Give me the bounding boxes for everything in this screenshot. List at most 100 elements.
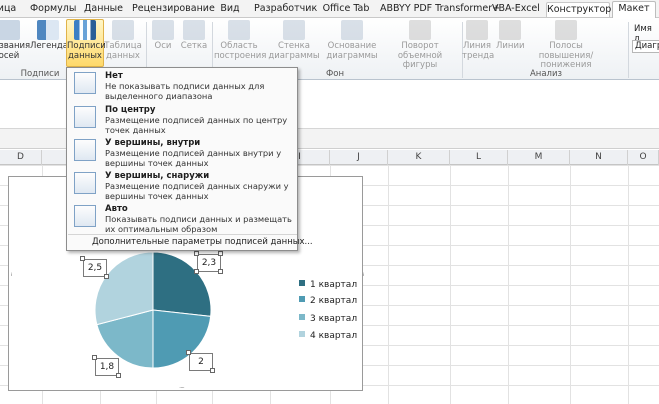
tab-layout[interactable]: Макет xyxy=(612,1,656,19)
chart-floor-button[interactable]: Основание диаграммы xyxy=(324,20,380,61)
axis-titles-button[interactable]: азвания осей xyxy=(0,20,30,61)
legend-item[interactable]: 3 квартал xyxy=(299,313,357,325)
column-header[interactable]: L xyxy=(450,150,508,165)
axis-titles-icon xyxy=(0,20,20,40)
axes-label: Оси xyxy=(154,41,172,51)
trendline-button[interactable]: Линия тренда xyxy=(462,20,495,61)
plot-area-label: Область построения xyxy=(214,41,267,61)
tab-vba-excel[interactable]: VBA-Excel xyxy=(492,2,540,17)
menu-item-title: По центру xyxy=(105,105,156,115)
data-labels-auto-icon xyxy=(74,205,96,227)
selection-handle[interactable] xyxy=(210,368,215,373)
data-labels-inside-end-icon xyxy=(74,139,96,161)
group-separator xyxy=(628,22,629,78)
data-labels-icon xyxy=(74,20,96,40)
plot-area-icon xyxy=(228,20,250,40)
selection-handle[interactable] xyxy=(92,355,97,360)
lines-button[interactable]: Линии xyxy=(496,20,525,52)
more-data-label-options[interactable]: Дополнительные параметры подписей данных… xyxy=(68,234,313,250)
menu-item-title: Авто xyxy=(105,204,128,214)
menu-item-inside-end[interactable]: У вершины, внутри Размещение подписей да… xyxy=(67,135,297,169)
data-labels-outside-end-icon xyxy=(74,172,96,194)
column-header[interactable]: O xyxy=(628,150,659,165)
updown-bars-icon xyxy=(555,20,577,40)
data-labels-menu: Нет Не показывать подписи данных для выд… xyxy=(66,67,313,251)
data-labels-label: Подписи данных xyxy=(67,41,106,61)
menu-item-auto[interactable]: Авто Показывать подписи данных и размеща… xyxy=(67,201,297,235)
legend-label: 2 квартал xyxy=(310,296,358,306)
column-header[interactable]: M xyxy=(508,150,570,165)
data-labels-center-icon xyxy=(74,106,96,128)
column-header[interactable]: D xyxy=(0,150,42,165)
selection-handle[interactable] xyxy=(80,256,85,261)
selection-handle[interactable] xyxy=(218,251,223,256)
legend-item[interactable]: 4 квартал xyxy=(299,330,357,342)
data-table-label: Таблица данных xyxy=(104,41,142,61)
grid-line xyxy=(508,165,509,404)
menu-item-description: Размещение подписей данных внутри у верш… xyxy=(105,148,282,168)
legend-icon xyxy=(37,20,59,40)
tab-data[interactable]: Данные xyxy=(84,2,123,17)
column-header[interactable]: J xyxy=(330,150,388,165)
selection-handle[interactable] xyxy=(194,251,199,256)
axis-titles-label: азвания осей xyxy=(0,41,31,61)
axes-icon xyxy=(152,20,174,40)
menu-item-center[interactable]: По центру Размещение подписей данных по … xyxy=(67,102,297,136)
tab-constructor[interactable]: Конструктор xyxy=(546,2,611,17)
grid-line xyxy=(570,165,571,404)
data-labels-button[interactable]: Подписи данных xyxy=(66,19,106,67)
tab-view[interactable]: Вид xyxy=(218,2,242,17)
3d-rotation-icon xyxy=(409,20,431,40)
data-table-icon xyxy=(112,20,134,40)
chart-wall-button[interactable]: Стенка диаграммы xyxy=(268,20,320,61)
legend-item[interactable]: 2 квартал xyxy=(299,295,357,307)
menu-item-description: Размещение подписей данных по центру точ… xyxy=(105,115,288,135)
legend-swatch xyxy=(299,331,305,337)
selection-handle[interactable] xyxy=(194,269,199,274)
tab-office-tab[interactable]: Office Tab xyxy=(322,2,370,17)
tab-insert[interactable]: ица xyxy=(0,2,18,17)
updown-bars-button[interactable]: Полосы повышения/понижения xyxy=(526,20,606,71)
chart-wall-label: Стенка диаграммы xyxy=(268,41,320,61)
selection-handle[interactable] xyxy=(104,274,109,279)
axes-button[interactable]: Оси xyxy=(150,20,176,52)
tab-developer[interactable]: Разработчик xyxy=(254,2,317,17)
menu-item-title: У вершины, снаружи xyxy=(105,171,210,181)
tab-abbyy[interactable]: ABBYY PDF Transformer+ xyxy=(380,2,500,17)
updown-bars-label: Полосы повышения/понижения xyxy=(538,41,594,70)
gridlines-icon xyxy=(183,20,205,40)
chart-name-input[interactable]: Диагр xyxy=(632,40,659,53)
gridlines-button[interactable]: Сетка xyxy=(180,20,208,52)
tab-review[interactable]: Рецензирование xyxy=(132,2,215,17)
chart-wall-icon xyxy=(283,20,305,40)
data-labels-none-icon xyxy=(74,72,96,94)
group-label-labels: Подписи xyxy=(20,69,60,79)
menu-item-none[interactable]: Нет Не показывать подписи данных для выд… xyxy=(67,68,297,102)
menu-item-title: Нет xyxy=(105,71,123,81)
plot-area-button[interactable]: Область построения xyxy=(214,20,267,61)
legend-swatch xyxy=(299,296,305,302)
legend-label: 1 квартал xyxy=(310,280,358,290)
column-header[interactable]: N xyxy=(570,150,628,165)
menu-item-title: У вершины, внутри xyxy=(105,138,201,148)
chart-floor-icon xyxy=(341,20,363,40)
menu-item-description: Показывать подписи данных и размещать их… xyxy=(105,214,292,234)
column-header[interactable]: K xyxy=(388,150,450,165)
selection-handle[interactable] xyxy=(218,269,223,274)
data-table-button[interactable]: Таблица данных xyxy=(104,20,142,61)
legend-label: 4 квартал xyxy=(310,331,358,341)
tab-formulas[interactable]: Формулы xyxy=(30,2,76,17)
lines-label: Линии xyxy=(496,41,525,51)
menu-item-description: Размещение подписей данных снаружи у вер… xyxy=(105,181,289,201)
ribbon-tab-bar: ица Формулы Данные Рецензирование Вид Ра… xyxy=(0,0,659,19)
legend-button[interactable]: Легенда xyxy=(30,20,68,52)
selection-handle[interactable] xyxy=(186,350,191,355)
selection-handle[interactable] xyxy=(116,373,121,378)
3d-rotation-button[interactable]: Поворот объемной фигуры xyxy=(380,20,460,71)
legend-item[interactable]: 1 квартал xyxy=(299,279,357,291)
grid-line xyxy=(388,165,389,404)
trendline-label: Линия тренда xyxy=(462,41,495,61)
menu-item-outside-end[interactable]: У вершины, снаружи Размещение подписей д… xyxy=(67,168,297,202)
legend-swatch xyxy=(299,280,305,286)
grid-line xyxy=(450,165,451,404)
